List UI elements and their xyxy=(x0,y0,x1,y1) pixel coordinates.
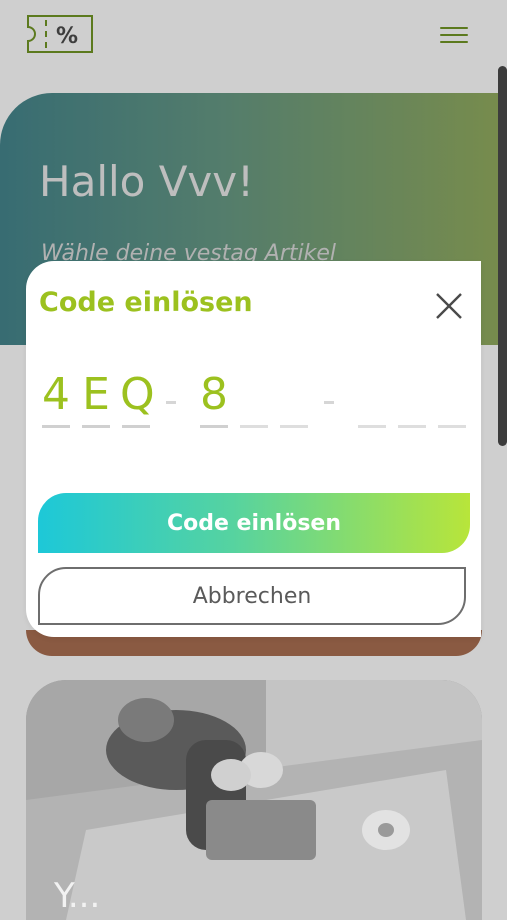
code-slot-underline xyxy=(42,425,70,428)
redeem-code-dialog: Code einlösen 4 E Q 8 Code einlösen Abbr… xyxy=(26,261,481,637)
code-char-input[interactable]: 4 xyxy=(40,363,72,431)
code-slot-underline xyxy=(82,425,110,428)
menu-bar xyxy=(440,27,468,29)
code-slot-underline xyxy=(122,425,150,428)
code-char-input[interactable] xyxy=(356,363,388,431)
code-separator xyxy=(324,401,334,404)
code-char-input[interactable] xyxy=(238,363,270,431)
code-slot-underline xyxy=(438,425,466,428)
code-slot-underline xyxy=(200,425,228,428)
logo-percent-text: % xyxy=(56,24,78,49)
code-char-input[interactable] xyxy=(396,363,428,431)
code-char-input[interactable]: E xyxy=(80,363,112,431)
code-char-input[interactable]: Q xyxy=(120,363,155,431)
code-slot-underline xyxy=(358,425,386,428)
code-char-input[interactable]: 8 xyxy=(198,363,230,431)
greeting-title: Hallo Vvv! xyxy=(39,157,254,206)
code-input-group[interactable]: 4 E Q 8 xyxy=(40,363,466,433)
code-separator xyxy=(166,401,176,404)
page-scrollbar[interactable] xyxy=(498,66,507,446)
code-char-input[interactable] xyxy=(278,363,310,431)
code-slot-underline xyxy=(240,425,268,428)
close-dialog-button[interactable] xyxy=(434,291,464,321)
coupon-logo-icon[interactable]: % xyxy=(26,14,94,54)
close-icon xyxy=(436,293,462,319)
dialog-title: Code einlösen xyxy=(39,287,253,318)
yoga-photo-card[interactable]: Y... xyxy=(26,680,482,920)
cancel-button[interactable]: Abbrechen xyxy=(38,567,466,625)
code-char-input[interactable] xyxy=(436,363,468,431)
code-slot-underline xyxy=(398,425,426,428)
menu-bar xyxy=(440,41,468,43)
hamburger-menu-button[interactable] xyxy=(436,22,472,50)
photo-card-caption: Y... xyxy=(54,876,101,916)
redeem-code-button[interactable]: Code einlösen xyxy=(38,493,470,553)
code-slot-underline xyxy=(280,425,308,428)
menu-bar xyxy=(440,34,468,36)
